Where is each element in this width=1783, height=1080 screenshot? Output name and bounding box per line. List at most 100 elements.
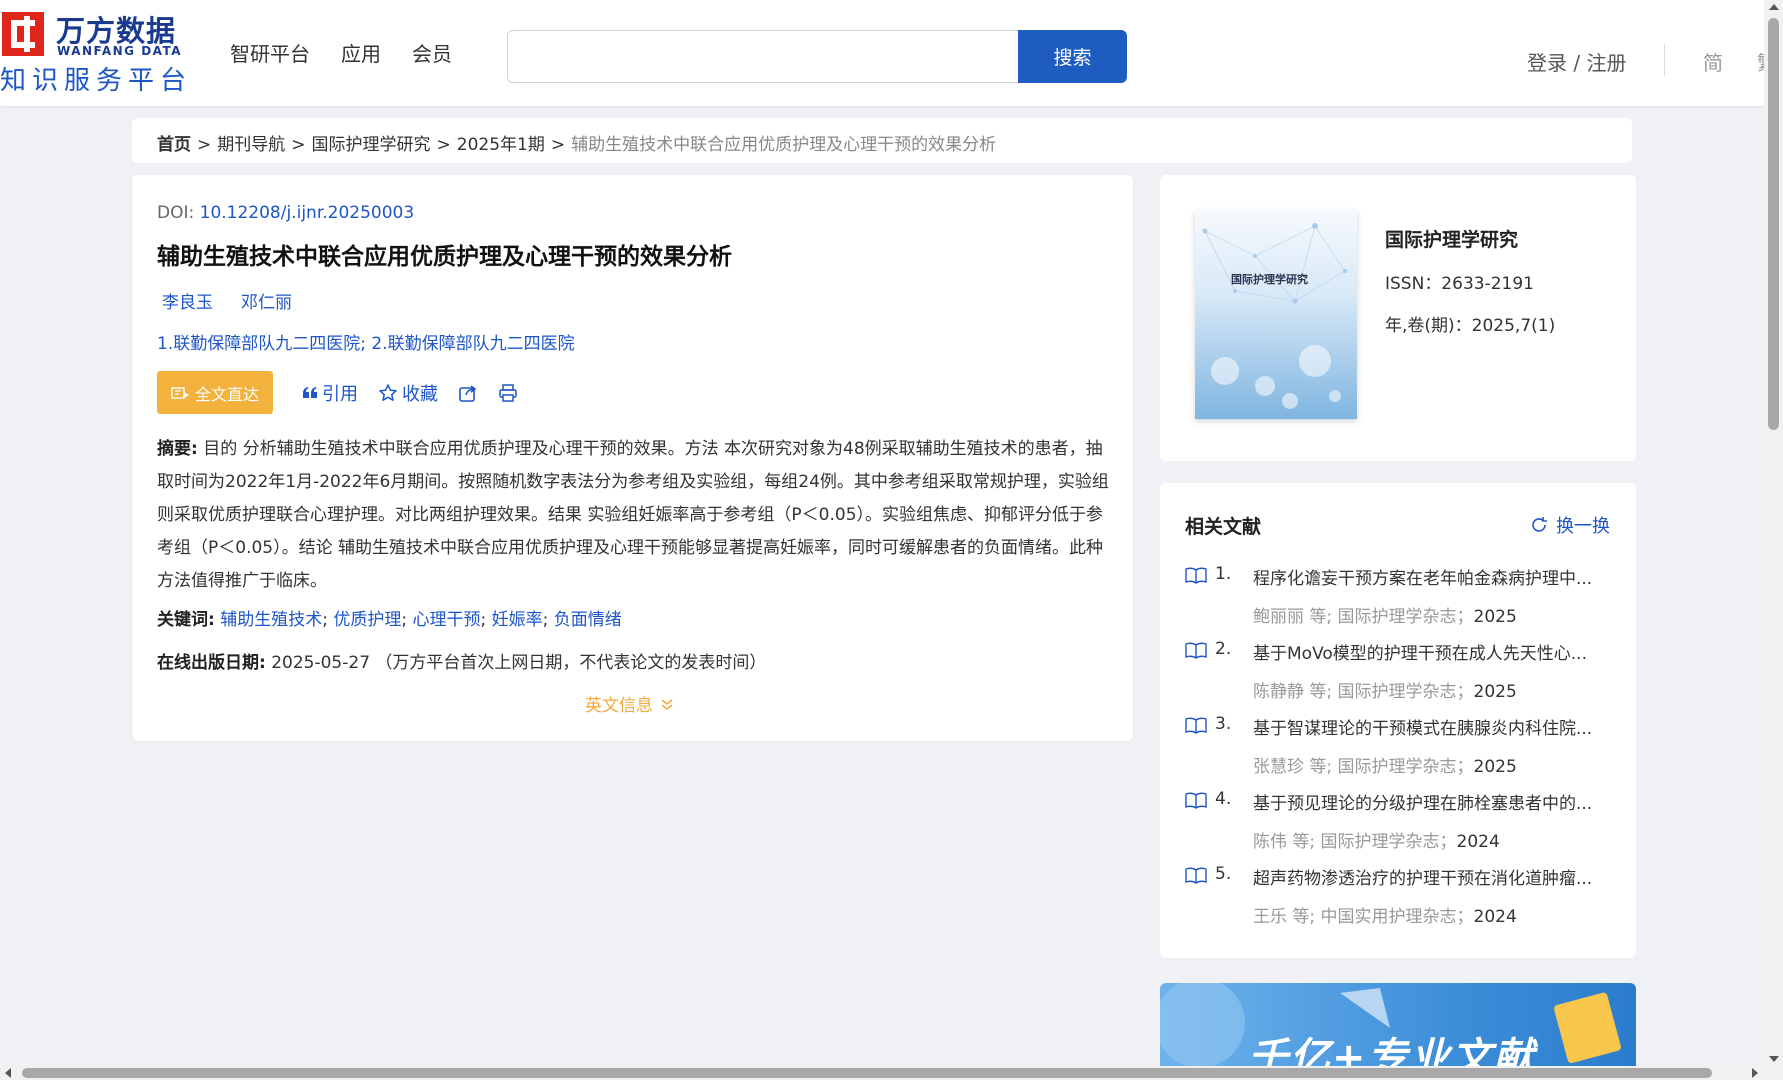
item-etal: 等; (1309, 757, 1333, 777)
breadcrumb-item[interactable]: 2025年1期 (457, 135, 545, 155)
abstract: 摘要: 目的 分析辅助生殖技术中联合应用优质护理及心理干预的效果。方法 本次研究… (157, 433, 1112, 598)
item-year: 2025 (1473, 682, 1517, 702)
item-author[interactable]: 鲍丽丽 (1253, 607, 1304, 627)
item-meta: 陈伟 等; 国际护理学杂志；2024 (1253, 827, 1500, 852)
related-title: 相关文献 (1185, 516, 1262, 538)
item-meta: 张慧珍 等; 国际护理学杂志；2025 (1253, 752, 1517, 777)
item-year: 2025 (1473, 757, 1517, 777)
english-info-toggle[interactable]: 英文信息 (585, 691, 675, 716)
share-button[interactable] (458, 383, 478, 403)
breadcrumb-home[interactable]: 首页 (157, 135, 191, 155)
refresh-button[interactable]: 换一换 (1530, 512, 1610, 538)
journal-cover[interactable]: 国际护理学研究 (1195, 211, 1357, 419)
vertical-scrollbar[interactable] (1764, 0, 1783, 1066)
item-journal[interactable]: 国际护理学杂志； (1321, 832, 1457, 852)
horizontal-scrollbar[interactable] (0, 1066, 1783, 1080)
related-title-link[interactable]: 基于智谋理论的干预模式在胰腺炎内科住院... (1253, 714, 1603, 739)
nav-item-member[interactable]: 会员 (412, 38, 452, 67)
breadcrumb-item[interactable]: 国际护理学研究 (312, 135, 431, 155)
logo-subtitle: 知识服务平台 (0, 66, 193, 96)
author-link[interactable]: 邓仁丽 (241, 288, 292, 313)
affiliations[interactable]: 1.联勤保障部队九二四医院; 2.联勤保障部队九二四医院 (157, 329, 575, 354)
print-icon (499, 384, 517, 402)
item-journal[interactable]: 中国实用护理杂志； (1321, 907, 1474, 927)
keyword-link[interactable]: 心理干预 (413, 610, 481, 630)
keyword-link[interactable]: 优质护理 (333, 610, 401, 630)
book-icon (1185, 717, 1207, 734)
journal-volume: 年,卷(期)：2025,7(1) (1385, 316, 1556, 336)
item-author[interactable]: 王乐 (1253, 907, 1287, 927)
item-journal[interactable]: 国际护理学杂志； (1338, 757, 1474, 777)
related-title-link[interactable]: 程序化谵妄干预方案在老年帕金森病护理中... (1253, 564, 1603, 589)
banner-text: 千亿+专业文献 (1248, 1035, 1536, 1066)
breadcrumb-current: 辅助生殖技术中联合应用优质护理及心理干预的效果分析 (571, 135, 997, 155)
keyword-link[interactable]: 负面情绪 (554, 610, 622, 630)
breadcrumb-item[interactable]: 期刊导航 (217, 135, 285, 155)
breadcrumb-sep: > (550, 135, 566, 155)
refresh-label: 换一换 (1556, 516, 1610, 537)
refresh-icon (1532, 517, 1547, 532)
list-item: 1. 程序化谵妄干预方案在老年帕金森病护理中... 鲍丽丽 等; 国际护理学杂志… (1185, 564, 1615, 639)
book-icon (1185, 867, 1207, 884)
item-number: 1. (1215, 564, 1232, 584)
doi-label: DOI: (157, 203, 195, 223)
related-title-link[interactable]: 基于预见理论的分级护理在肺栓塞患者中的... (1253, 789, 1603, 814)
article-actions: 引用 收藏 (302, 380, 518, 406)
search-button[interactable]: 搜索 (1018, 30, 1127, 83)
related-articles-card: 相关文献 换一换 1. 程序化谵妄干预方案在老年帕金森病护理中... 鲍丽丽 等… (1160, 483, 1636, 958)
journal-name[interactable]: 国际护理学研究 (1385, 225, 1518, 252)
author-link[interactable]: 李良玉 (162, 288, 213, 313)
related-title-link[interactable]: 超声药物渗透治疗的护理干预在消化道肿瘤... (1253, 864, 1603, 889)
item-etal: 等; (1309, 607, 1333, 627)
item-author[interactable]: 陈伟 (1253, 832, 1287, 852)
lang-simplified[interactable]: 简 (1703, 47, 1723, 76)
star-icon (379, 384, 397, 401)
cite-button[interactable]: 引用 (302, 380, 358, 406)
item-etal: 等; (1292, 832, 1316, 852)
logo-en-text: WANFANG DATA (57, 44, 183, 58)
share-icon (459, 385, 477, 402)
cover-pattern (1202, 223, 1347, 409)
login-register-link[interactable]: 登录 / 注册 (1527, 47, 1626, 76)
favorite-button[interactable]: 收藏 (378, 380, 438, 406)
site-header: 万方数据 WANFANG DATA 知识服务平台 智研平台 应用 会员 搜索 登… (0, 0, 1764, 106)
nav-item-zhiyan[interactable]: 智研平台 (230, 38, 310, 67)
scroll-left-icon[interactable] (5, 1068, 11, 1078)
lang-traditional[interactable]: 繁 (1757, 47, 1764, 76)
pubdate-value: 2025-05-27 (271, 653, 371, 673)
search-input[interactable] (518, 39, 998, 75)
keyword-link[interactable]: 辅助生殖技术 (220, 610, 322, 630)
promo-banner[interactable]: 千亿+专业文献 (1160, 983, 1636, 1066)
keyword-link[interactable]: 妊娠率 (492, 610, 543, 630)
scroll-thumb[interactable] (1768, 18, 1779, 430)
cite-label: 引用 (322, 384, 358, 405)
favorite-label: 收藏 (402, 384, 438, 405)
item-year: 2024 (1456, 832, 1500, 852)
article-title: 辅助生殖技术中联合应用优质护理及心理干预的效果分析 (157, 244, 732, 270)
item-meta: 王乐 等; 中国实用护理杂志；2024 (1253, 902, 1517, 927)
doi-link[interactable]: 10.12208/j.ijnr.20250003 (200, 203, 415, 223)
scroll-thumb[interactable] (22, 1068, 1712, 1078)
item-author[interactable]: 张慧珍 (1253, 757, 1304, 777)
author-list: 李良玉 邓仁丽 (162, 288, 292, 313)
print-button[interactable] (498, 383, 518, 403)
item-journal[interactable]: 国际护理学杂志； (1338, 682, 1474, 702)
fulltext-icon (171, 386, 189, 399)
fulltext-button[interactable]: 全文直达 (157, 371, 273, 414)
item-meta: 陈静静 等; 国际护理学杂志；2025 (1253, 677, 1517, 702)
item-year: 2024 (1473, 907, 1517, 927)
scroll-down-icon[interactable] (1769, 1056, 1779, 1062)
doi-line: DOI: 10.12208/j.ijnr.20250003 (157, 203, 414, 223)
scroll-up-icon[interactable] (1769, 4, 1779, 10)
breadcrumb: 首页 > 期刊导航 > 国际护理学研究 >2025年1期 > 辅助生殖技术中联合应用优质护理及… (132, 118, 1632, 163)
nav-item-apps[interactable]: 应用 (341, 38, 381, 67)
scroll-right-icon[interactable] (1752, 1068, 1758, 1078)
list-item: 3. 基于智谋理论的干预模式在胰腺炎内科住院... 张慧珍 等; 国际护理学杂志… (1185, 714, 1615, 789)
item-author[interactable]: 陈静静 (1253, 682, 1304, 702)
item-journal[interactable]: 国际护理学杂志； (1338, 607, 1474, 627)
keywords: 关键词: 辅助生殖技术; 优质护理; 心理干预; 妊娠率; 负面情绪 (157, 610, 622, 630)
cover-title: 国际护理学研究 (1231, 273, 1308, 286)
site-logo[interactable]: 万方数据 WANFANG DATA 知识服务平台 (0, 8, 195, 96)
quote-icon (303, 387, 317, 398)
related-title-link[interactable]: 基于MoVo模型的护理干预在成人先天性心... (1253, 639, 1603, 664)
